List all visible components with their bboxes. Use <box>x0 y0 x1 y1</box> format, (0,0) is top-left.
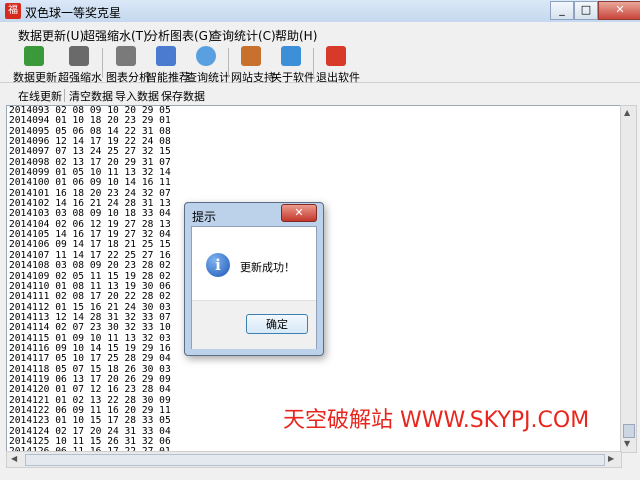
title-bar: 福 双色球一等奖克星 _ □ ✕ <box>0 0 640 22</box>
ok-button[interactable]: 确定 <box>246 314 308 334</box>
toolbar-label: 智能推荐 <box>146 71 190 84</box>
vertical-scrollbar[interactable]: ▲ ▼ <box>620 105 637 453</box>
toolbar-separator <box>313 48 314 78</box>
toolbar-label: 超强缩水 <box>58 71 102 84</box>
toolbar-label: 网站支持 <box>231 71 275 84</box>
menu-help[interactable]: 帮助(H) <box>275 27 317 44</box>
refresh-icon <box>24 46 44 66</box>
dialog-close-button[interactable]: ✕ <box>281 204 317 222</box>
online-update-button[interactable]: 在线更新 <box>18 88 62 104</box>
toolbar-separator <box>228 48 229 78</box>
scroll-up-icon[interactable]: ▲ <box>624 108 630 117</box>
message-dialog: 提示 ✕ i 更新成功！ 确定 <box>184 202 324 356</box>
toolbar-about-button[interactable]: 关于软件 <box>271 46 315 84</box>
dialog-title: 提示 <box>192 210 217 224</box>
clear-data-button[interactable]: 清空数据 <box>69 88 113 104</box>
toolbar-exit-button[interactable]: 退出软件 <box>316 46 360 84</box>
menu-bar: 数据更新(U) 超强缩水(T) 分析图表(G) 查询统计(C) 帮助(H) <box>0 24 640 44</box>
chart-icon <box>116 46 136 66</box>
about-icon <box>281 46 301 66</box>
toolbar-separator <box>102 48 103 78</box>
query-icon <box>196 46 216 66</box>
dialog-body: i 更新成功！ 确定 <box>191 226 317 349</box>
subbar-separator <box>64 89 65 102</box>
save-data-button[interactable]: 保存数据 <box>161 88 205 104</box>
toolbar-recommend-button[interactable]: 智能推荐 <box>146 46 190 84</box>
maximize-button[interactable]: □ <box>574 1 598 20</box>
toolbar-query-button[interactable]: 查询统计 <box>186 46 230 84</box>
exit-icon <box>326 46 346 66</box>
scroll-left-icon[interactable]: ◀ <box>11 454 17 463</box>
toolbar-chart-button[interactable]: 图表分析 <box>106 46 150 84</box>
dialog-footer: 确定 <box>192 300 316 349</box>
sub-toolbar: 在线更新 清空数据 导入数据 保存数据 <box>0 86 640 104</box>
window-title: 双色球一等奖克星 <box>25 6 122 20</box>
watermark-text: 天空破解站 WWW.SKYPJ.COM <box>283 408 590 433</box>
menu-charts[interactable]: 分析图表(G) <box>146 27 213 44</box>
menu-reduce[interactable]: 超强缩水(T) <box>83 27 148 44</box>
minimize-button[interactable]: _ <box>550 1 574 20</box>
scroll-down-icon[interactable]: ▼ <box>624 439 630 448</box>
scroll-right-icon[interactable]: ▶ <box>608 454 614 463</box>
toolbar-label: 查询统计 <box>186 71 230 84</box>
import-data-button[interactable]: 导入数据 <box>115 88 159 104</box>
toolbar-reduce-button[interactable]: 超强缩水 <box>58 46 102 84</box>
home-icon <box>241 46 261 66</box>
toolbar-label: 退出软件 <box>316 71 360 84</box>
horizontal-scroll-thumb[interactable] <box>25 454 605 466</box>
dialog-message: 更新成功！ <box>240 261 295 274</box>
close-button[interactable]: ✕ <box>598 1 640 20</box>
horizontal-scrollbar[interactable]: ◀ ▶ <box>6 451 622 468</box>
toolbar-data-update-button[interactable]: 数据更新 <box>13 46 57 84</box>
main-window: 福 双色球一等奖克星 _ □ ✕ 数据更新(U) 超强缩水(T) 分析图表(G)… <box>0 0 640 480</box>
app-icon: 福 <box>5 3 21 19</box>
toolbar-label: 图表分析 <box>106 71 150 84</box>
toolbar-label: 关于软件 <box>271 71 315 84</box>
vertical-scroll-thumb[interactable] <box>623 424 635 438</box>
toolbar: 数据更新 超强缩水 图表分析 智能推荐 查询统计 网站支持 关于软件 退出软件 <box>0 44 640 84</box>
toolbar-label: 数据更新 <box>13 71 57 84</box>
toolbar-website-button[interactable]: 网站支持 <box>231 46 275 84</box>
menu-data-update[interactable]: 数据更新(U) <box>18 27 84 44</box>
recommend-icon <box>156 46 176 66</box>
filter-icon <box>69 46 89 66</box>
info-icon: i <box>206 253 230 277</box>
menu-query[interactable]: 查询统计(C) <box>210 27 276 44</box>
